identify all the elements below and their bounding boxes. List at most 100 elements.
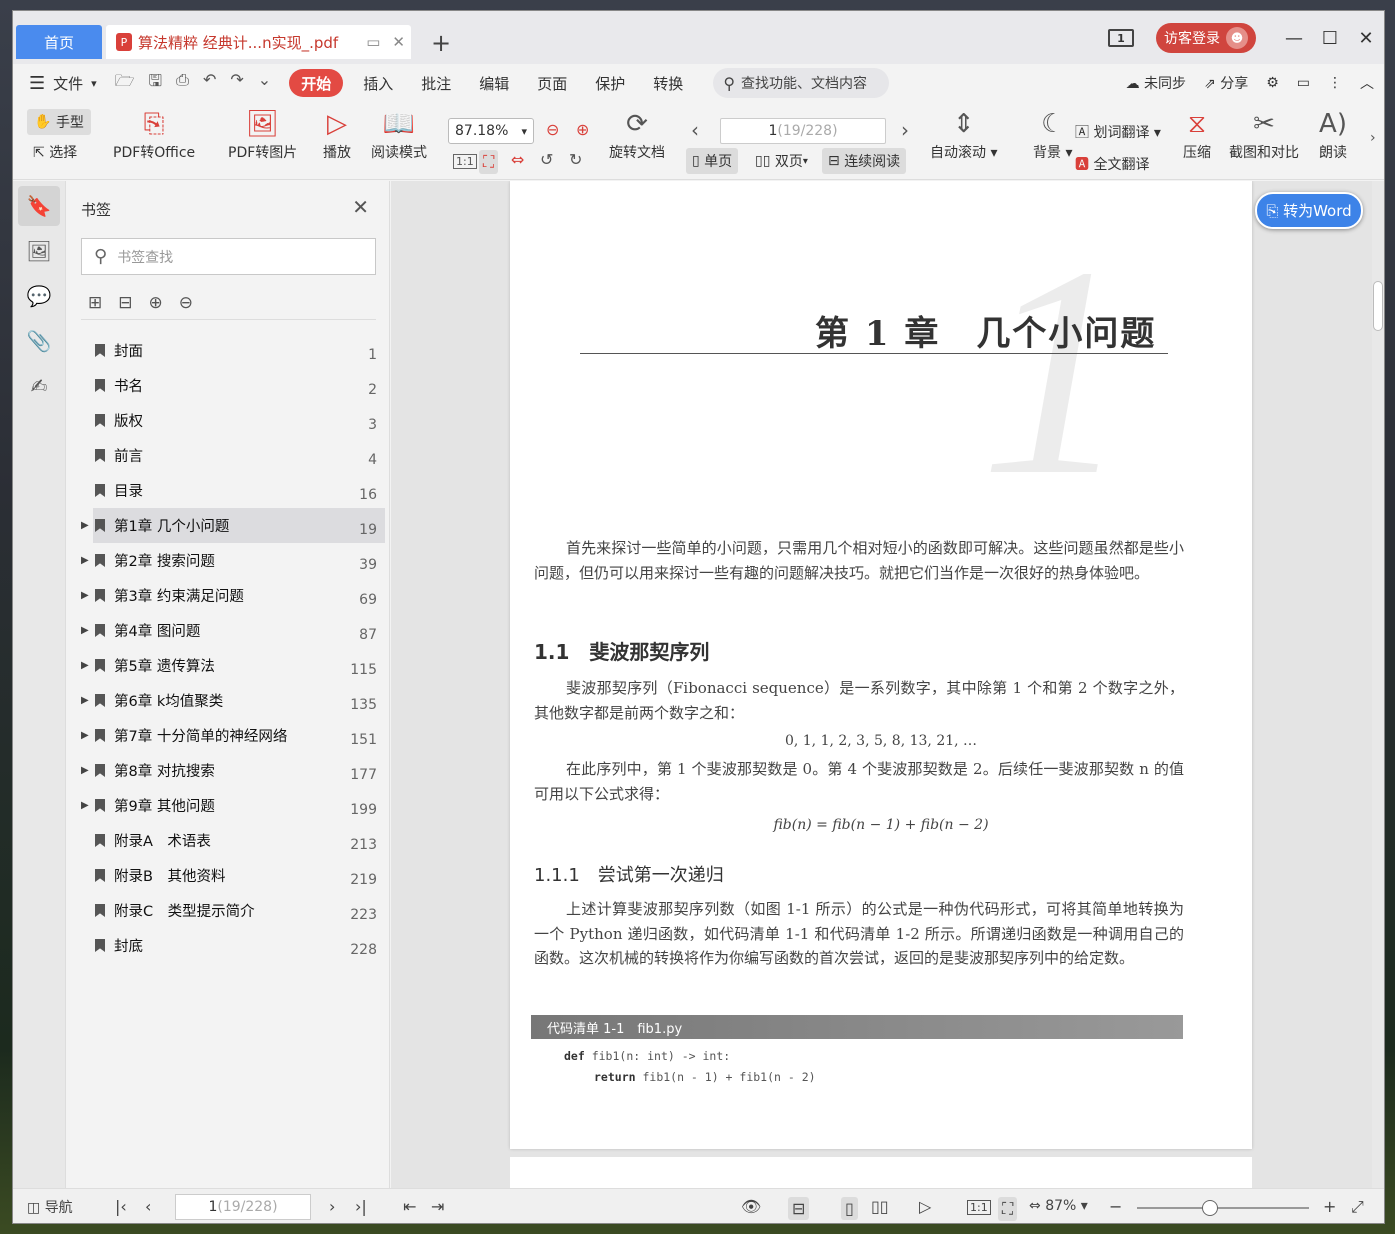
tab-home[interactable]: 首页 [16,25,102,59]
collapse-all-icon[interactable]: ⊟ [118,293,132,313]
zoom-out-icon[interactable]: ⊖ [546,120,559,139]
single-page-mode-icon[interactable]: ▯ [841,1197,858,1220]
first-page-icon[interactable]: |‹ [115,1197,127,1216]
tab-annotate[interactable]: 批注 [407,69,465,97]
bookmark-item[interactable]: 前言 4 [81,438,385,473]
hand-tool-button[interactable]: ✋ 手型 [27,109,91,135]
close-tab-icon[interactable]: ✕ [392,33,405,51]
rotate-left-icon[interactable]: ↺ [540,150,553,169]
read-mode-button[interactable]: 📖 阅读模式 [371,106,427,162]
tab-start[interactable]: 开始 [289,69,344,97]
file-menu[interactable]: ☰ 文件 ▾ [29,73,97,94]
tab-edit[interactable]: 编辑 [465,69,523,97]
scrollbar-thumb[interactable] [1373,281,1383,331]
continuous-read-button[interactable]: ⊟ 连续阅读 [822,148,907,174]
expand-arrow-icon[interactable]: ▶ [81,660,89,671]
signature-icon[interactable]: ✍ [18,366,60,406]
fit-width-icon[interactable]: ⇔ [511,150,524,169]
zoom-in-icon[interactable]: ⊕ [576,120,589,139]
double-page-button[interactable]: ▯▯ 双页 ▾ [749,148,814,174]
more-quick-icon[interactable]: ⌄ [258,70,271,97]
open-folder-icon[interactable]: 🗁 [115,70,135,97]
bookmark-item[interactable]: 附录B 其他资料 219 [81,858,385,893]
zoom-in-icon[interactable]: + [1323,1197,1336,1216]
convert-to-word-button[interactable]: ⎘ 转为Word [1255,192,1363,229]
word-translate-button[interactable]: 🄰 划词翻译 ▾ [1075,122,1161,142]
bookmark-item[interactable]: 附录A 术语表 213 [81,823,385,858]
bookmark-item[interactable]: ▶ 第4章 图问题 87 [81,613,385,648]
document-viewport[interactable]: 1 第 1 章 几个小问题 首先来探讨一些简单的小问题，只需用几个相对短小的函数… [391,181,1374,1188]
compress-button[interactable]: ⧖ 压缩 [1183,106,1211,162]
bookmark-item[interactable]: 封底 228 [81,928,385,963]
feature-search[interactable]: ⚲ 查找功能、文档内容 [713,68,890,98]
bookmark-item[interactable]: ▶ 第6章 k均值聚类 135 [81,683,385,718]
ribbon-scroll-right-icon[interactable]: › [1370,130,1376,146]
window-count-icon[interactable]: 1 [1108,29,1134,47]
navigation-toggle[interactable]: ◫ 导航 [27,1197,73,1217]
zoom-slider-track[interactable] [1137,1207,1309,1209]
screenshot-compare-button[interactable]: ✂ 截图和对比 [1229,106,1299,162]
tab-protect[interactable]: 保护 [581,69,639,97]
bookmark-search-input[interactable]: ⚲ 书签查找 [81,238,376,275]
redo-icon[interactable]: ↷ [230,70,243,97]
expand-arrow-icon[interactable]: ▶ [81,730,89,741]
eye-protect-icon[interactable]: 👁 [741,1197,761,1216]
continuous-mode-icon[interactable]: ⊟ [788,1197,810,1220]
bookmark-item[interactable]: 附录C 类型提示简介 223 [81,893,385,928]
select-tool-button[interactable]: ⇱ 选择 [33,142,77,162]
bookmark-item[interactable]: ▶ 第3章 约束满足问题 69 [81,578,385,613]
expand-arrow-icon[interactable]: ▶ [81,625,89,636]
remove-bookmark-icon[interactable]: ⊖ [179,293,193,313]
more-icon[interactable]: ⋮ [1328,75,1342,91]
pdf-to-image-button[interactable]: 🖼 PDF转图片 [228,106,297,162]
expand-arrow-icon[interactable]: ▶ [81,590,89,601]
expand-arrow-icon[interactable]: ▶ [81,695,89,706]
guest-login-button[interactable]: 访客登录 ☻ [1156,23,1256,53]
sync-status[interactable]: ☁ 未同步 [1126,73,1186,93]
bookmark-item[interactable]: ▶ 第1章 几个小问题 19 [81,508,385,543]
bookmark-item[interactable]: ▶ 第8章 对抗搜索 177 [81,753,385,788]
save-icon[interactable]: 🖫 [149,70,163,97]
read-aloud-button[interactable]: A) 朗读 [1319,106,1347,162]
zoom-select[interactable]: ⇔ 87% ▾ [1029,1198,1088,1214]
settings-icon[interactable]: ⚙ [1266,75,1279,91]
tab-document[interactable]: P 算法精粹 经典计...n实现_.pdf ▭ ✕ [106,25,411,59]
bookmark-item[interactable]: ▶ 第5章 遗传算法 115 [81,648,385,683]
play-button[interactable]: ▷ 播放 [323,106,351,162]
add-bookmark-icon[interactable]: ⊕ [149,293,163,313]
bookmark-item[interactable]: 版权 3 [81,403,385,438]
bookmark-item[interactable]: 封面 1 [81,333,385,368]
full-translate-button[interactable]: 🅰 全文翻译 [1075,154,1149,174]
expand-all-icon[interactable]: ⊞ [88,293,102,313]
undo-icon[interactable]: ↶ [203,70,216,97]
bookmark-panel-icon[interactable]: 🔖 [18,186,60,226]
actual-size-icon[interactable]: 1:1 [453,154,477,169]
expand-arrow-icon[interactable]: ▶ [81,765,89,776]
collapse-ribbon-icon[interactable]: ︿ [1360,73,1374,93]
fit-page-icon[interactable]: ⛶ [998,1197,1018,1221]
last-page-icon[interactable]: ›| [355,1197,367,1216]
bookmark-item[interactable]: 目录 16 [81,473,385,508]
rotate-document-button[interactable]: ⟳ 旋转文档 [609,106,665,162]
auto-scroll-button[interactable]: ⇕ 自动滚动 ▾ [930,106,997,162]
bookmark-item[interactable]: ▶ 第2章 搜索问题 39 [81,543,385,578]
thumbnail-panel-icon[interactable]: 🖼 [18,231,60,271]
rotate-right-icon[interactable]: ↻ [569,150,582,169]
new-tab-button[interactable]: + [431,29,451,57]
tab-page[interactable]: 页面 [523,69,581,97]
zoom-select[interactable]: 87.18% ▾ [448,118,534,144]
bookmark-item[interactable]: 书名 2 [81,368,385,403]
page-number-input[interactable]: 1 (19/228) [720,118,886,144]
feedback-icon[interactable]: ▭ [1297,75,1310,91]
next-page-icon[interactable]: › [329,1197,335,1216]
tab-convert[interactable]: 转换 [639,69,697,97]
status-page-input[interactable]: 1 (19/228) [175,1194,311,1220]
pdf-to-office-button[interactable]: ⎘ PDF转Office [113,106,195,162]
double-page-mode-icon[interactable]: ▯▯ [871,1197,889,1216]
maximize-icon[interactable]: ☐ [1312,28,1348,49]
prev-page-icon[interactable]: ‹ [145,1197,151,1216]
vertical-scrollbar[interactable] [1372,181,1384,1188]
next-page-icon[interactable]: › [901,118,909,142]
attachment-icon[interactable]: 📎 [18,321,60,361]
close-icon[interactable]: ✕ [352,195,369,219]
